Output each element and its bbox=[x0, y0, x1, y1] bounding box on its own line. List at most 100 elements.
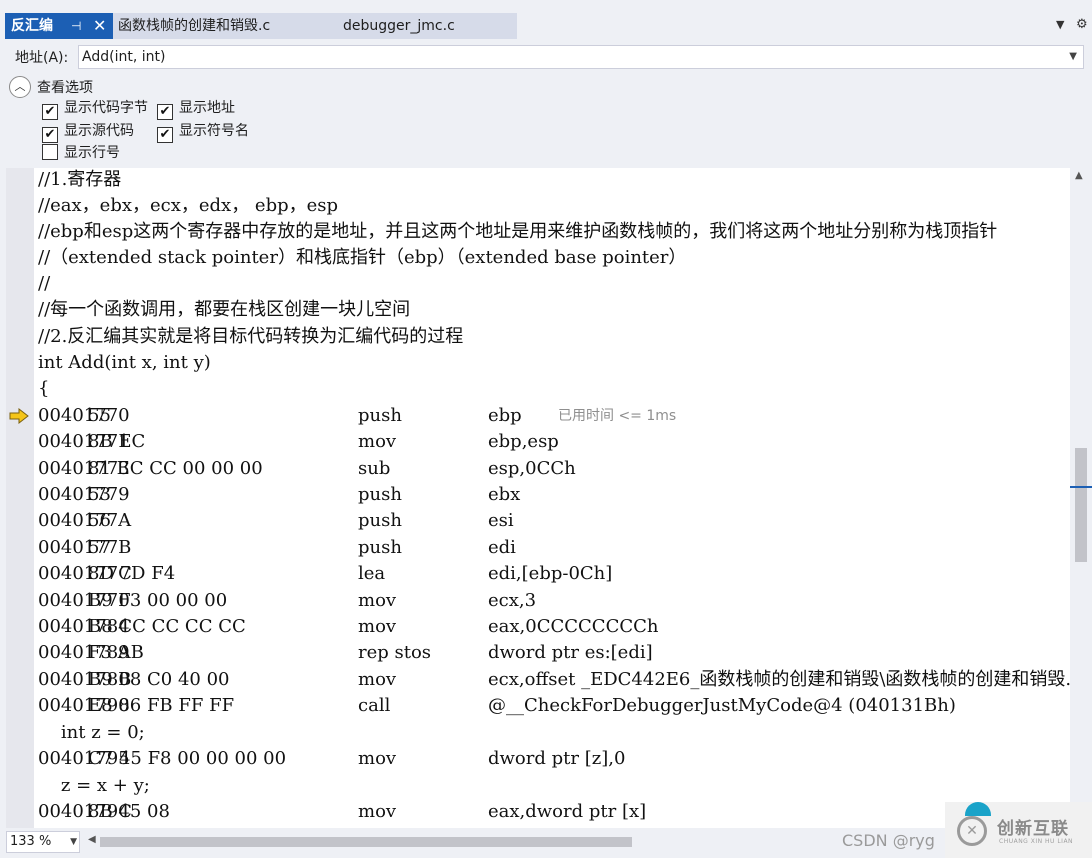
address-label: 地址(A): bbox=[15, 50, 69, 66]
source-line: // bbox=[38, 273, 51, 294]
checkbox-checked-icon[interactable]: ✔ bbox=[42, 104, 58, 120]
pin-icon[interactable]: ⊣ bbox=[71, 13, 81, 39]
source-line: z = x + y; bbox=[38, 775, 150, 796]
instr-bytes: B9 03 00 00 00 bbox=[88, 590, 228, 611]
instr-operands: ebx bbox=[488, 484, 521, 505]
instr-operands: ebp bbox=[488, 405, 522, 426]
instruction-row: 0040177C 8D 7D F4 lea edi,[ebp-0Ch] bbox=[38, 562, 1068, 588]
indicator-margin[interactable] bbox=[6, 168, 34, 828]
instr-address: 00401770 bbox=[38, 405, 130, 426]
instr-mnemonic: mov bbox=[358, 801, 397, 822]
instr-bytes: 53 bbox=[88, 484, 111, 505]
brand-subtitle: CHUANG XIN HU LIAN bbox=[999, 838, 1074, 845]
instr-operands: eax,dword ptr [x] bbox=[488, 801, 647, 822]
option-show-code-bytes[interactable]: ✔ 显示代码字节 bbox=[42, 99, 148, 120]
source-line: { bbox=[38, 378, 50, 399]
address-bar: 地址(A): Add(int, int) ▼ bbox=[0, 42, 1092, 72]
instr-mnemonic: mov bbox=[358, 431, 397, 452]
option-show-line-numbers[interactable]: 显示行号 bbox=[42, 144, 120, 164]
checkbox-checked-icon[interactable]: ✔ bbox=[157, 127, 173, 143]
source-line: //eax，ebx，ecx，edx， ebp，esp bbox=[38, 195, 339, 216]
instr-address: 00401779 bbox=[38, 484, 130, 505]
option-label: 显示行号 bbox=[64, 145, 120, 161]
instr-operands: edi,[ebp-0Ch] bbox=[488, 563, 613, 584]
instr-mnemonic: mov bbox=[358, 616, 397, 637]
instr-bytes: E8 86 FB FF FF bbox=[88, 695, 235, 716]
instr-bytes: 8B EC bbox=[88, 431, 146, 452]
option-label: 显示代码字节 bbox=[64, 100, 148, 116]
floating-button-edge[interactable] bbox=[965, 802, 991, 816]
tab-debugger-jmc[interactable]: debugger_jmc.c bbox=[335, 13, 517, 39]
elapsed-time-hint: 已用时间 <= 1ms bbox=[558, 408, 677, 424]
instruction-row: 00401789 F3 AB rep stos dword ptr es:[ed… bbox=[38, 641, 1068, 667]
instr-mnemonic: push bbox=[358, 405, 402, 426]
instr-operands: ecx,3 bbox=[488, 590, 537, 611]
chevron-down-icon[interactable]: ▼ bbox=[1069, 46, 1077, 68]
current-instruction-arrow-icon bbox=[9, 408, 29, 424]
scroll-up-icon[interactable]: ▲ bbox=[1075, 170, 1083, 181]
zoom-select[interactable]: 133 % ▼ bbox=[6, 831, 80, 853]
checkbox-checked-icon[interactable]: ✔ bbox=[157, 104, 173, 120]
option-label: 显示地址 bbox=[179, 100, 235, 116]
option-show-source[interactable]: ✔ 显示源代码 bbox=[42, 122, 134, 143]
checkbox-checked-icon[interactable]: ✔ bbox=[42, 127, 58, 143]
view-options-panel: ︿ 查看选项 ✔ 显示代码字节 ✔ 显示地址 ✔ 显示源代码 ✔ 显示符号名 显示行号 bbox=[0, 72, 1092, 168]
instr-operands: eax,0CCCCCCCCh bbox=[488, 616, 659, 637]
instruction-row: 00401771 8B EC mov ebp,esp bbox=[38, 430, 1068, 456]
instr-bytes: 55 bbox=[88, 405, 111, 426]
instr-mnemonic: mov bbox=[358, 590, 397, 611]
instruction-row: 00401784 B8 CC CC CC CC mov eax,0CCCCCCC… bbox=[38, 615, 1068, 641]
instr-mnemonic: call bbox=[358, 695, 391, 716]
vertical-scrollbar[interactable]: ▲ bbox=[1070, 168, 1092, 828]
option-show-symbols[interactable]: ✔ 显示符号名 bbox=[157, 122, 249, 143]
instruction-row: 00401790 E8 86 FB FF FF call @__CheckFor… bbox=[38, 694, 1068, 720]
instr-mnemonic: push bbox=[358, 510, 402, 531]
source-line: int z = 0; bbox=[38, 722, 145, 743]
instruction-row: 00401779 53 push ebx bbox=[38, 483, 1068, 509]
instr-bytes: 57 bbox=[88, 537, 111, 558]
tab-source-file[interactable]: 函数栈帧的创建和销毁.c bbox=[113, 13, 335, 39]
instruction-row: 0040179C 8B 45 08 mov eax,dword ptr [x] bbox=[38, 800, 1068, 826]
instr-bytes: B9 08 C0 40 00 bbox=[88, 669, 230, 690]
caret-position-marker bbox=[1070, 486, 1092, 488]
chevron-down-icon[interactable]: ▼ bbox=[70, 832, 77, 852]
instr-bytes: 81 EC CC 00 00 00 bbox=[88, 458, 263, 479]
instruction-row: 00401770 55 push ebp 已用时间 <= 1ms bbox=[38, 404, 1068, 430]
close-icon[interactable]: ✕ bbox=[93, 13, 106, 39]
address-input[interactable]: Add(int, int) ▼ bbox=[78, 45, 1084, 69]
scroll-left-icon[interactable]: ◀ bbox=[88, 834, 96, 845]
chevron-down-icon[interactable]: ▼ bbox=[1056, 18, 1064, 31]
instruction-row: 0040178B B9 08 C0 40 00 mov ecx,offset _… bbox=[38, 668, 1070, 694]
source-line: //ebp和esp这两个寄存器中存放的是地址，并且这两个地址是用来维护函数栈帧的… bbox=[38, 221, 998, 242]
instr-operands: dword ptr [z],0 bbox=[488, 748, 626, 769]
instr-bytes: 56 bbox=[88, 510, 111, 531]
instruction-row: 00401795 C7 45 F8 00 00 00 00 mov dword … bbox=[38, 747, 1068, 773]
instr-address: 0040177A bbox=[38, 510, 132, 531]
brand-name: 创新互联 bbox=[997, 819, 1069, 839]
scroll-thumb[interactable] bbox=[1075, 448, 1087, 562]
instr-mnemonic: push bbox=[358, 484, 402, 505]
source-line: int Add(int x, int y) bbox=[38, 352, 211, 373]
option-label: 显示符号名 bbox=[179, 123, 249, 139]
instr-mnemonic: mov bbox=[358, 748, 397, 769]
brand-watermark: ✕ 创新互联 CHUANG XIN HU LIAN bbox=[945, 802, 1092, 858]
code-editor[interactable]: //1.寄存器 //eax，ebx，ecx，edx， ebp，esp //ebp… bbox=[34, 168, 1070, 828]
instr-mnemonic: mov bbox=[358, 669, 397, 690]
horizontal-scroll-thumb[interactable] bbox=[100, 837, 632, 847]
instr-mnemonic: lea bbox=[358, 563, 386, 584]
gear-icon[interactable]: ⚙ bbox=[1076, 17, 1088, 32]
instr-bytes: 8B 45 08 bbox=[88, 801, 170, 822]
checkbox-unchecked-icon[interactable] bbox=[42, 144, 58, 160]
tab-disassembly[interactable]: 反汇编 ⊣ ✕ bbox=[5, 13, 113, 39]
instr-operands: @__CheckForDebuggerJustMyCode@4 (040131B… bbox=[488, 695, 956, 716]
csdn-watermark: CSDN @ryg bbox=[842, 831, 935, 850]
instruction-row: 0040177F B9 03 00 00 00 mov ecx,3 bbox=[38, 589, 1068, 615]
collapse-icon[interactable]: ︿ bbox=[9, 76, 31, 98]
option-label: 显示源代码 bbox=[64, 123, 134, 139]
option-show-address[interactable]: ✔ 显示地址 bbox=[157, 99, 235, 120]
source-line: //每一个函数调用，都要在栈区创建一块儿空间 bbox=[38, 299, 411, 320]
instruction-row: 00401773 81 EC CC 00 00 00 sub esp,0CCh bbox=[38, 457, 1068, 483]
source-line: //1.寄存器 bbox=[38, 169, 122, 190]
instruction-row: 0040177A 56 push esi bbox=[38, 509, 1068, 535]
instr-operands: edi bbox=[488, 537, 516, 558]
